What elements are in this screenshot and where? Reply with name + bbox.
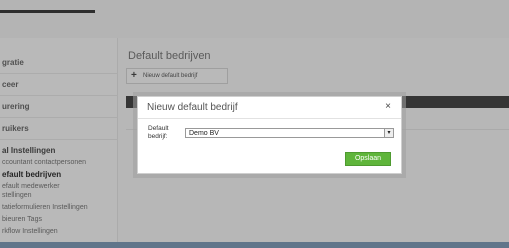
default-company-select[interactable]: Demo BV ▾ (185, 128, 394, 138)
save-button[interactable]: Opslaan (345, 152, 391, 166)
default-company-label: Default bedrijf: (148, 125, 169, 140)
dialog-divider (138, 118, 401, 119)
close-icon[interactable]: × (385, 101, 391, 112)
chevron-down-icon: ▾ (384, 129, 393, 137)
new-company-dialog: Nieuw default bedrijf × Default bedrijf:… (137, 96, 402, 174)
select-value: Demo BV (189, 130, 219, 137)
dialog-title: Nieuw default bedrijf (147, 102, 238, 113)
